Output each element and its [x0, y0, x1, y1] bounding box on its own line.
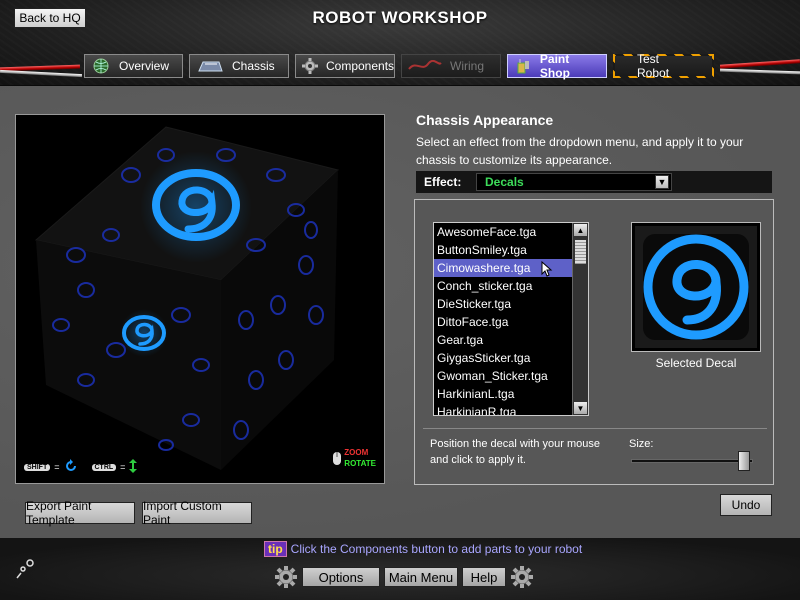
decal-list-item[interactable]: AwesomeFace.tga: [434, 223, 572, 241]
camera-controls-hint: SHIFT = CTRL =: [24, 459, 138, 475]
decal-list-item[interactable]: ButtonSmiley.tga: [434, 241, 572, 259]
rotate-label: ROTATE: [344, 459, 376, 468]
chassis-icon: [196, 58, 224, 74]
size-slider-thumb[interactable]: [737, 451, 750, 471]
chassis-cube-render: [34, 126, 340, 470]
chassis-appearance-title: Chassis Appearance: [416, 112, 554, 128]
robot-3d-viewport[interactable]: SHIFT = CTRL = ZOOM ROTATE: [15, 114, 385, 484]
scroll-thumb[interactable]: [574, 239, 587, 265]
vertical-arrow-icon: [129, 459, 138, 475]
decal-list[interactable]: AwesomeFace.tga ButtonSmiley.tga Cimowashe…: [433, 222, 589, 416]
decal-list-scrollbar[interactable]: ▲ ▼: [572, 223, 588, 415]
effect-selected-value: Decals: [485, 175, 524, 189]
import-custom-paint-button[interactable]: Import Custom Paint: [142, 499, 252, 527]
position-hint: Position the decal with your mouse and c…: [430, 438, 600, 466]
tab-wiring[interactable]: Wiring: [401, 54, 501, 78]
decal-list-item[interactable]: HarkinianR.tga: [434, 403, 572, 415]
mouse-cursor-icon: [541, 261, 553, 277]
decal-list-item[interactable]: DittoFace.tga: [434, 313, 572, 331]
decal-list-item[interactable]: DieSticker.tga: [434, 295, 572, 313]
tab-label: Overview: [119, 59, 170, 73]
gear-icon: [510, 565, 534, 589]
mouse-icon: [332, 450, 342, 469]
bottom-bar: tip Click the Components button to add p…: [0, 538, 800, 600]
page-title: ROBOT WORKSHOP: [312, 8, 488, 27]
undo-button[interactable]: Undo: [720, 494, 772, 516]
mouse-controls-hint: ZOOM ROTATE: [332, 447, 376, 469]
chassis-appearance-description: Select an effect from the dropdown menu,…: [416, 135, 744, 167]
globe-icon: [91, 58, 111, 74]
decorative-cable: [0, 69, 83, 78]
effect-bar: Effect: Decals ▼: [416, 171, 772, 193]
options-button[interactable]: Options: [302, 567, 380, 587]
gear-icon: [274, 565, 298, 589]
wire-icon: [408, 58, 442, 74]
corner-logo-icon: [14, 558, 36, 583]
decorative-cable: [719, 68, 800, 75]
bottom-menu: Options Main Menu Help: [274, 564, 534, 590]
decorative-cable: [719, 59, 800, 69]
tip-badge: tip: [264, 541, 287, 557]
tip-text: Click the Components button to add parts…: [290, 542, 583, 556]
tab-label: Test Robot: [637, 52, 670, 80]
rotate-arrow-icon: [64, 459, 78, 475]
tab-label: Wiring: [450, 59, 485, 73]
workshop-tabs: Overview Chassis Components Wiring Paint…: [84, 52, 714, 80]
paint-can-icon: [514, 58, 532, 74]
gear-icon: [302, 58, 318, 74]
tab-components[interactable]: Components: [295, 54, 395, 78]
tab-label: Components: [326, 59, 395, 73]
decal-list-items: AwesomeFace.tga ButtonSmiley.tga Cimowashe…: [434, 223, 572, 415]
selected-decal-label: Selected Decal: [655, 356, 737, 370]
effect-label: Effect:: [424, 175, 462, 189]
effect-dropdown[interactable]: Decals ▼: [476, 173, 672, 191]
equals-sign: =: [120, 462, 126, 472]
equals-sign: =: [54, 462, 60, 472]
header: Back to HQ ROBOT WORKSHOP Overview Chass…: [0, 0, 800, 86]
ctrl-key-label: CTRL: [91, 463, 117, 471]
tab-label: Chassis: [232, 59, 275, 73]
decal-preview-image: [635, 226, 757, 348]
decal-list-item[interactable]: Conch_sticker.tga: [434, 277, 572, 295]
decal-panel: AwesomeFace.tga ButtonSmiley.tga Cimowashe…: [414, 199, 774, 485]
shift-key-label: SHIFT: [24, 463, 51, 471]
tab-label: Paint Shop: [539, 52, 570, 80]
decal-list-item[interactable]: Gear.tga: [434, 331, 572, 349]
scroll-up-icon[interactable]: ▲: [573, 223, 588, 237]
tip-line: tip Click the Components button to add p…: [264, 541, 582, 557]
help-button[interactable]: Help: [462, 567, 506, 587]
decal-list-item[interactable]: Gwoman_Sticker.tga: [434, 367, 572, 385]
divider: [423, 428, 767, 429]
zoom-label: ZOOM: [344, 448, 369, 457]
export-paint-template-button[interactable]: Export Paint Template: [25, 499, 135, 527]
decal-list-item[interactable]: HarkinianL.tga: [434, 385, 572, 403]
tab-test-robot[interactable]: Test Robot: [613, 52, 714, 80]
size-label: Size:: [629, 438, 654, 450]
dropdown-arrow-icon[interactable]: ▼: [655, 175, 669, 189]
decal-list-item[interactable]: GiygasSticker.tga: [434, 349, 572, 367]
tab-paint-shop[interactable]: Paint Shop: [507, 52, 607, 80]
tab-chassis[interactable]: Chassis: [189, 54, 289, 78]
main-area: SHIFT = CTRL = ZOOM ROTATE Export Paint …: [0, 86, 800, 538]
scroll-down-icon[interactable]: ▼: [573, 401, 588, 415]
main-menu-button[interactable]: Main Menu: [384, 567, 458, 587]
tab-overview[interactable]: Overview: [84, 54, 183, 78]
size-slider-track[interactable]: [631, 459, 753, 463]
selected-decal-preview: [631, 222, 761, 352]
